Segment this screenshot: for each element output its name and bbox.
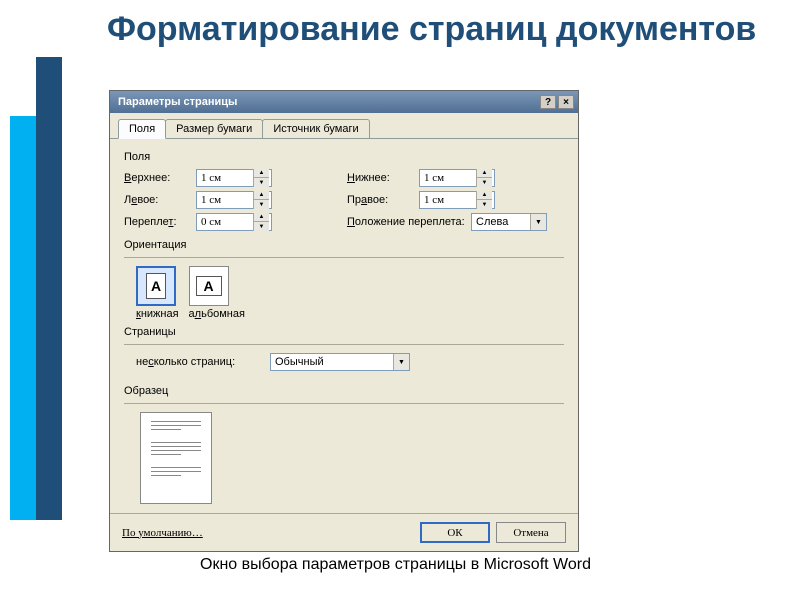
left-margin-spinner[interactable]: ▲▼: [196, 191, 272, 209]
divider: [124, 257, 564, 258]
dialog-titlebar[interactable]: Параметры страницы ? ×: [110, 91, 578, 113]
multi-pages-label: несколько страниц:: [136, 356, 264, 368]
preview-icon: [140, 412, 212, 504]
portrait-label: книжная: [136, 308, 179, 320]
accent-bar-light: [10, 116, 36, 520]
portrait-icon: A: [136, 266, 176, 306]
slide-title: Форматирование страниц документов: [107, 10, 756, 49]
multi-pages-value: Обычный: [271, 356, 393, 368]
chevron-down-icon[interactable]: ▼: [393, 354, 409, 370]
pages-section-label: Страницы: [124, 326, 564, 338]
spin-up-icon[interactable]: ▲: [253, 191, 269, 200]
spin-down-icon[interactable]: ▼: [476, 200, 492, 209]
cancel-button[interactable]: Отмена: [496, 522, 566, 543]
spin-up-icon[interactable]: ▲: [476, 169, 492, 178]
slide-caption: Окно выбора параметров страницы в Micros…: [200, 556, 591, 574]
spin-up-icon[interactable]: ▲: [253, 169, 269, 178]
tab-paper-size[interactable]: Размер бумаги: [165, 119, 263, 138]
accent-bar-dark: [36, 57, 62, 520]
page-setup-dialog: Параметры страницы ? × Поля Размер бумаг…: [109, 90, 579, 552]
left-margin-input[interactable]: [197, 194, 253, 206]
default-button[interactable]: По умолчанию…: [122, 527, 203, 539]
landscape-label: альбомная: [189, 308, 245, 320]
right-margin-label: Правое:: [347, 194, 415, 206]
divider: [124, 344, 564, 345]
tab-paper-source[interactable]: Источник бумаги: [262, 119, 369, 138]
gutter-label: Переплет:: [124, 216, 192, 228]
spin-down-icon[interactable]: ▼: [253, 200, 269, 209]
dialog-content: Поля Верхнее: ▲▼ Нижнее: ▲▼ Левое:: [110, 139, 578, 544]
divider: [124, 403, 564, 404]
top-margin-input[interactable]: [197, 172, 253, 184]
bottom-margin-spinner[interactable]: ▲▼: [419, 169, 495, 187]
gutter-pos-value: Слева: [472, 216, 530, 228]
margins-section-label: Поля: [124, 151, 564, 163]
dialog-title: Параметры страницы: [118, 96, 237, 108]
orientation-section-label: Ориентация: [124, 239, 564, 251]
orientation-portrait[interactable]: A книжная: [136, 266, 179, 320]
left-margin-label: Левое:: [124, 194, 192, 206]
top-margin-label: Верхнее:: [124, 172, 192, 184]
gutter-input[interactable]: [197, 216, 253, 228]
spin-up-icon[interactable]: ▲: [253, 213, 269, 222]
tab-margins[interactable]: Поля: [118, 119, 166, 139]
chevron-down-icon[interactable]: ▼: [530, 214, 546, 230]
bottom-margin-input[interactable]: [420, 172, 476, 184]
landscape-icon: A: [189, 266, 229, 306]
right-margin-input[interactable]: [420, 194, 476, 206]
spin-up-icon[interactable]: ▲: [476, 191, 492, 200]
spin-down-icon[interactable]: ▼: [476, 178, 492, 187]
preview-section-label: Образец: [124, 385, 564, 397]
multi-pages-dropdown[interactable]: Обычный ▼: [270, 353, 410, 371]
top-margin-spinner[interactable]: ▲▼: [196, 169, 272, 187]
spin-down-icon[interactable]: ▼: [253, 222, 269, 231]
help-button[interactable]: ?: [540, 95, 556, 109]
spin-down-icon[interactable]: ▼: [253, 178, 269, 187]
gutter-pos-label: Положение переплета:: [347, 216, 467, 228]
ok-button[interactable]: ОК: [420, 522, 490, 543]
orientation-landscape[interactable]: A альбомная: [189, 266, 245, 320]
tab-strip: Поля Размер бумаги Источник бумаги: [110, 113, 578, 139]
gutter-pos-dropdown[interactable]: Слева ▼: [471, 213, 547, 231]
bottom-margin-label: Нижнее:: [347, 172, 415, 184]
right-margin-spinner[interactable]: ▲▼: [419, 191, 495, 209]
close-button[interactable]: ×: [558, 95, 574, 109]
dialog-button-bar: По умолчанию… ОК Отмена: [110, 513, 578, 551]
gutter-spinner[interactable]: ▲▼: [196, 213, 272, 231]
